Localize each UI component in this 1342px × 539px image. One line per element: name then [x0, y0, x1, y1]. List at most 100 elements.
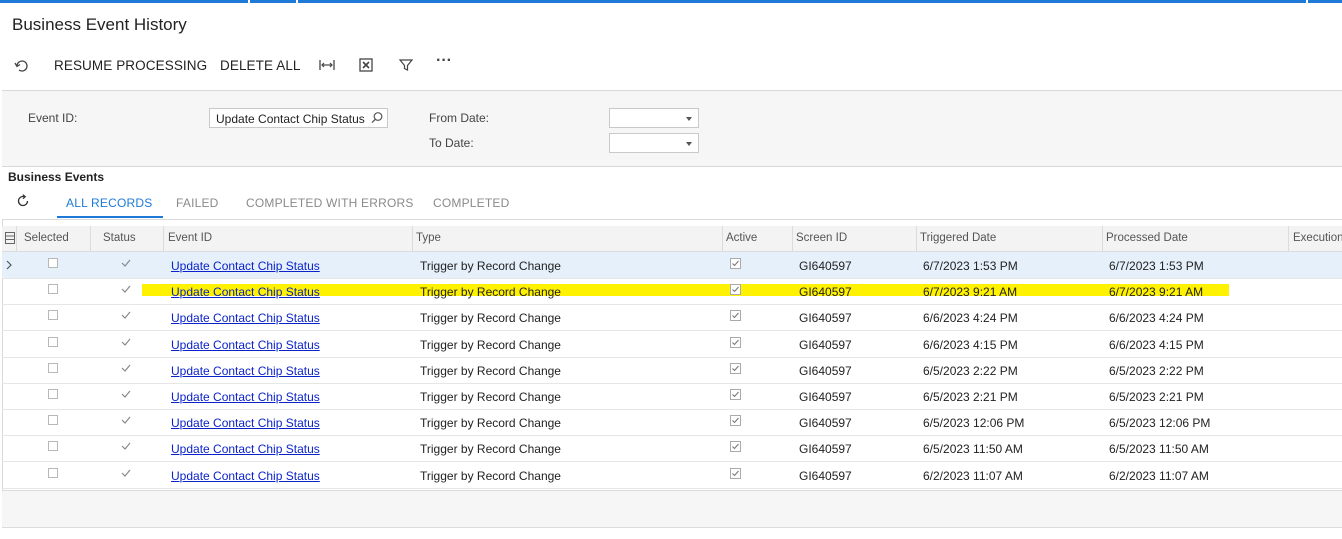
col-status[interactable]: Status [103, 232, 136, 244]
row-select-checkbox[interactable] [48, 362, 58, 373]
col-selected[interactable]: Selected [24, 232, 69, 244]
col-processed-date[interactable]: Processed Date [1106, 232, 1188, 244]
processed-date-cell: 6/2/2023 11:07 AM [1109, 468, 1209, 483]
to-date-label: To Date: [429, 136, 474, 150]
excel-export-icon [359, 58, 373, 72]
active-checkbox [730, 415, 741, 427]
processed-date-cell: 6/6/2023 4:24 PM [1109, 311, 1204, 326]
screen-id-cell: GI640597 [799, 259, 852, 273]
event-id-link[interactable]: Update Contact Chip Status [171, 259, 320, 273]
table-row[interactable]: Update Contact Chip Status Trigger by Rec… [2, 383, 1342, 410]
tab-all-records[interactable]: ALL RECORDS [66, 196, 152, 210]
col-execution[interactable]: Execution [1293, 232, 1342, 244]
table-row[interactable]: Update Contact Chip Status Trigger by Rec… [2, 462, 1342, 489]
type-cell: Trigger by Record Change [420, 363, 561, 378]
table-row[interactable]: Update Contact Chip Status Trigger by Rec… [2, 278, 1342, 306]
more-button[interactable]: ··· [436, 48, 452, 74]
checkmark-icon [121, 259, 131, 267]
triggered-date-cell: 6/5/2023 2:22 PM [923, 363, 1018, 378]
tab-bar: ALL RECORDS FAILED COMPLETED WITH ERRORS… [2, 189, 1342, 220]
refresh-icon [17, 194, 29, 207]
screen-id-cell: GI640597 [799, 363, 852, 378]
column-settings-icon[interactable] [5, 232, 15, 244]
triggered-date-cell: 6/2/2023 11:07 AM [923, 468, 1023, 483]
delete-all-button[interactable]: DELETE ALL [220, 52, 301, 78]
table-row[interactable]: Update Contact Chip Status Trigger by Rec… [2, 252, 1342, 279]
event-id-link[interactable]: Update Contact Chip Status [171, 311, 320, 325]
event-id-link[interactable]: Update Contact Chip Status [171, 442, 320, 456]
event-id-selector[interactable]: Update Contact Chip Status [209, 108, 388, 128]
table-row[interactable]: Update Contact Chip Status Trigger by Rec… [2, 409, 1342, 437]
checkmark-icon [121, 312, 131, 320]
row-select-checkbox[interactable] [48, 441, 58, 452]
event-id-link[interactable]: Update Contact Chip Status [171, 364, 320, 378]
table-row[interactable]: Update Contact Chip Status Trigger by Rec… [2, 357, 1342, 384]
col-screen-id[interactable]: Screen ID [796, 232, 847, 244]
row-select-checkbox[interactable] [48, 258, 58, 268]
tab-failed[interactable]: FAILED [176, 196, 219, 210]
screen-id-cell: GI640597 [799, 311, 852, 326]
checkmark-icon [121, 469, 131, 477]
refresh-button[interactable] [16, 194, 30, 211]
processed-date-cell: 6/5/2023 11:50 AM [1109, 442, 1209, 457]
table-row[interactable]: Update Contact Chip Status Trigger by Rec… [2, 331, 1342, 358]
triggered-date-cell: 6/5/2023 12:06 PM [923, 416, 1025, 431]
triggered-date-cell: 6/7/2023 1:53 PM [923, 259, 1018, 273]
screen-id-cell: GI640597 [799, 337, 852, 352]
screen-id-cell: GI640597 [799, 468, 852, 483]
active-checkbox [730, 467, 741, 479]
export-excel-button[interactable] [358, 52, 374, 78]
active-checkbox [730, 389, 741, 400]
filter-button[interactable] [398, 52, 414, 78]
col-active[interactable]: Active [726, 232, 757, 244]
event-id-link[interactable]: Update Contact Chip Status [171, 469, 320, 483]
chevron-down-icon[interactable] [686, 142, 692, 146]
row-select-checkbox[interactable] [48, 415, 58, 426]
top-accent-bar [0, 0, 1342, 3]
checkmark-icon [121, 338, 131, 346]
type-cell: Trigger by Record Change [420, 390, 561, 404]
event-id-value: Update Contact Chip Status [216, 112, 365, 126]
table-row[interactable]: Update Contact Chip Status Trigger by Rec… [2, 304, 1342, 332]
event-id-link[interactable]: Update Contact Chip Status [171, 390, 320, 404]
event-id-link[interactable]: Update Contact Chip Status [171, 338, 320, 352]
to-date-field[interactable] [609, 133, 699, 153]
grid-header: Selected Status Event ID Type Active Scr… [2, 226, 1342, 252]
row-select-checkbox[interactable] [48, 336, 58, 347]
tab-completed-with-errors[interactable]: COMPLETED WITH ERRORS [246, 196, 414, 210]
triggered-date-cell: 6/5/2023 11:50 AM [923, 442, 1023, 457]
search-icon[interactable] [370, 111, 384, 125]
from-date-field[interactable] [609, 108, 699, 128]
table-row[interactable]: Update Contact Chip Status Trigger by Rec… [2, 435, 1342, 463]
event-id-link[interactable]: Update Contact Chip Status [171, 416, 320, 430]
fit-columns-icon [319, 60, 335, 70]
fit-columns-button[interactable] [318, 52, 336, 78]
col-type[interactable]: Type [416, 232, 441, 244]
section-title: Business Events [8, 170, 105, 184]
processed-date-cell: 6/5/2023 2:21 PM [1109, 390, 1204, 404]
checkmark-icon [121, 416, 131, 425]
screen-id-cell: GI640597 [799, 442, 852, 457]
screen-id-cell: GI640597 [799, 285, 852, 300]
resume-processing-button[interactable]: RESUME PROCESSING [54, 52, 207, 78]
active-checkbox [730, 336, 741, 348]
tab-completed[interactable]: COMPLETED [433, 196, 509, 210]
event-id-label: Event ID: [28, 111, 78, 125]
row-select-checkbox[interactable] [48, 389, 58, 399]
row-select-checkbox[interactable] [48, 467, 58, 478]
checkmark-icon [121, 443, 131, 451]
type-cell: Trigger by Record Change [420, 416, 561, 431]
from-date-label: From Date: [429, 111, 490, 125]
col-event-id[interactable]: Event ID [168, 232, 212, 244]
active-checkbox [730, 362, 741, 374]
row-select-checkbox[interactable] [48, 284, 58, 295]
event-id-link[interactable]: Update Contact Chip Status [171, 285, 320, 299]
toolbar: RESUME PROCESSING DELETE ALL ··· [0, 52, 600, 80]
page-title: Business Event History [12, 15, 187, 34]
row-select-checkbox[interactable] [48, 310, 58, 321]
undo-button[interactable] [13, 52, 29, 78]
col-triggered-date[interactable]: Triggered Date [920, 232, 996, 244]
active-checkbox [730, 258, 741, 269]
chevron-down-icon[interactable] [686, 117, 692, 121]
processed-date-cell: 6/7/2023 1:53 PM [1109, 259, 1204, 273]
